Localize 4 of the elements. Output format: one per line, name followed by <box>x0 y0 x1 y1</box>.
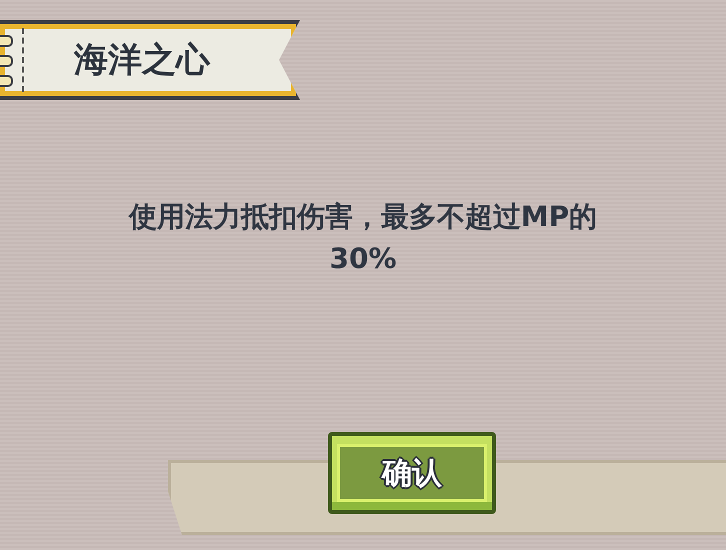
dialog-title: 海洋之心 <box>74 39 210 82</box>
message-text: 30% <box>329 242 397 275</box>
message-text: 使用法力抵扣伤害，最多不超过MP的 <box>128 199 598 235</box>
confirm-button[interactable]: 确认 <box>328 432 496 514</box>
